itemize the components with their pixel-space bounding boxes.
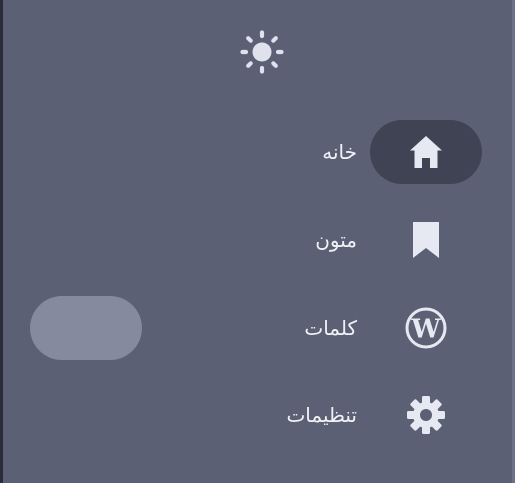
nav-item-settings[interactable]: تنظیمات [233, 383, 503, 447]
theme-toggle-button[interactable] [238, 29, 286, 75]
nav-item-home[interactable]: خانه [233, 120, 503, 184]
svg-text:W: W [410, 315, 441, 345]
nav-item-label: تنظیمات [286, 403, 357, 427]
nav-item-texts[interactable]: متون [233, 208, 503, 272]
nav-item-label: متون [315, 228, 357, 252]
nav-item-label: خانه [322, 140, 357, 164]
nav-item-indicator [370, 383, 482, 447]
nav-item-label: کلمات [304, 316, 357, 340]
gear-icon [405, 394, 447, 436]
bookmark-icon [406, 220, 446, 260]
home-icon [406, 132, 446, 172]
nav-item-indicator [370, 120, 482, 184]
nav-item-words[interactable]: W کلمات [233, 296, 503, 360]
wordpress-icon: W [404, 306, 448, 350]
sun-icon [239, 29, 285, 75]
nav-item-indicator [370, 208, 482, 272]
nav-item-indicator: W [370, 296, 482, 360]
floating-pill-button[interactable] [30, 296, 142, 360]
navigation-rail: خانه متون W کلمات تنظیمات [3, 0, 512, 483]
